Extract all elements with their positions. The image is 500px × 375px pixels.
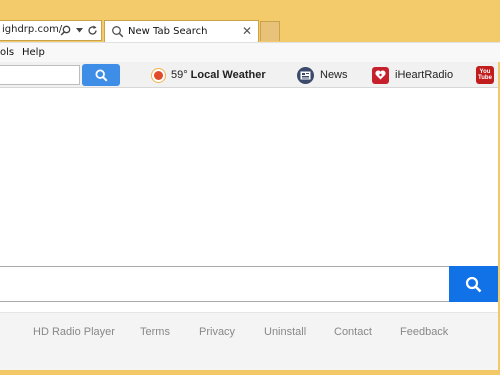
footer-link-uninstall[interactable]: Uninstall	[264, 326, 306, 338]
youtube-icon: You Tube	[476, 66, 494, 84]
weather-icon	[154, 70, 163, 80]
iheartradio-icon	[372, 66, 389, 84]
toolbar-search-button[interactable]	[82, 64, 120, 86]
page-content: 59° Local Weather News iHeartRadio You T…	[0, 62, 498, 370]
close-icon[interactable]: ✕	[242, 24, 252, 38]
chevron-down-icon[interactable]	[72, 20, 86, 41]
main-search-button[interactable]	[449, 266, 498, 302]
footer-link-feedback[interactable]: Feedback	[400, 326, 448, 338]
iheartradio-label: iHeartRadio	[395, 69, 454, 81]
search-icon	[111, 25, 124, 38]
news-icon	[297, 66, 314, 84]
youtube-link[interactable]: You Tube	[476, 66, 494, 84]
footer-link-hd-radio-player[interactable]: HD Radio Player	[33, 326, 115, 338]
browser-chrome: ighdrp.com/ New Tab Search ✕ ols Help	[0, 0, 500, 62]
menu-item-help[interactable]: Help	[22, 47, 45, 58]
menu-bar: ols Help	[0, 42, 500, 62]
news-label: News	[320, 69, 348, 81]
search-icon	[465, 276, 482, 292]
news-link[interactable]: News	[297, 66, 348, 84]
footer: HD Radio Player Terms Privacy Uninstall …	[0, 312, 498, 370]
menu-item-tools[interactable]: ols	[0, 47, 14, 58]
tab-new-tab-search[interactable]: New Tab Search ✕	[104, 20, 259, 42]
address-text: ighdrp.com/	[2, 24, 63, 35]
tab-label: New Tab Search	[128, 26, 208, 37]
weather-widget[interactable]: 59° Local Weather	[150, 66, 266, 84]
refresh-icon[interactable]	[85, 20, 99, 41]
iheartradio-link[interactable]: iHeartRadio	[372, 66, 453, 84]
weather-temp: 59°	[171, 69, 188, 81]
footer-link-privacy[interactable]: Privacy	[199, 326, 235, 338]
search-icon[interactable]	[58, 20, 72, 41]
main-search-input[interactable]	[0, 266, 450, 302]
footer-link-terms[interactable]: Terms	[140, 326, 170, 338]
footer-link-contact[interactable]: Contact	[334, 326, 372, 338]
search-icon	[94, 68, 108, 82]
toolbar-search-input[interactable]	[0, 65, 80, 85]
new-tab-button[interactable]	[260, 21, 280, 41]
weather-label: Local Weather	[190, 69, 266, 81]
toolbar: 59° Local Weather News iHeartRadio You T…	[0, 62, 498, 88]
